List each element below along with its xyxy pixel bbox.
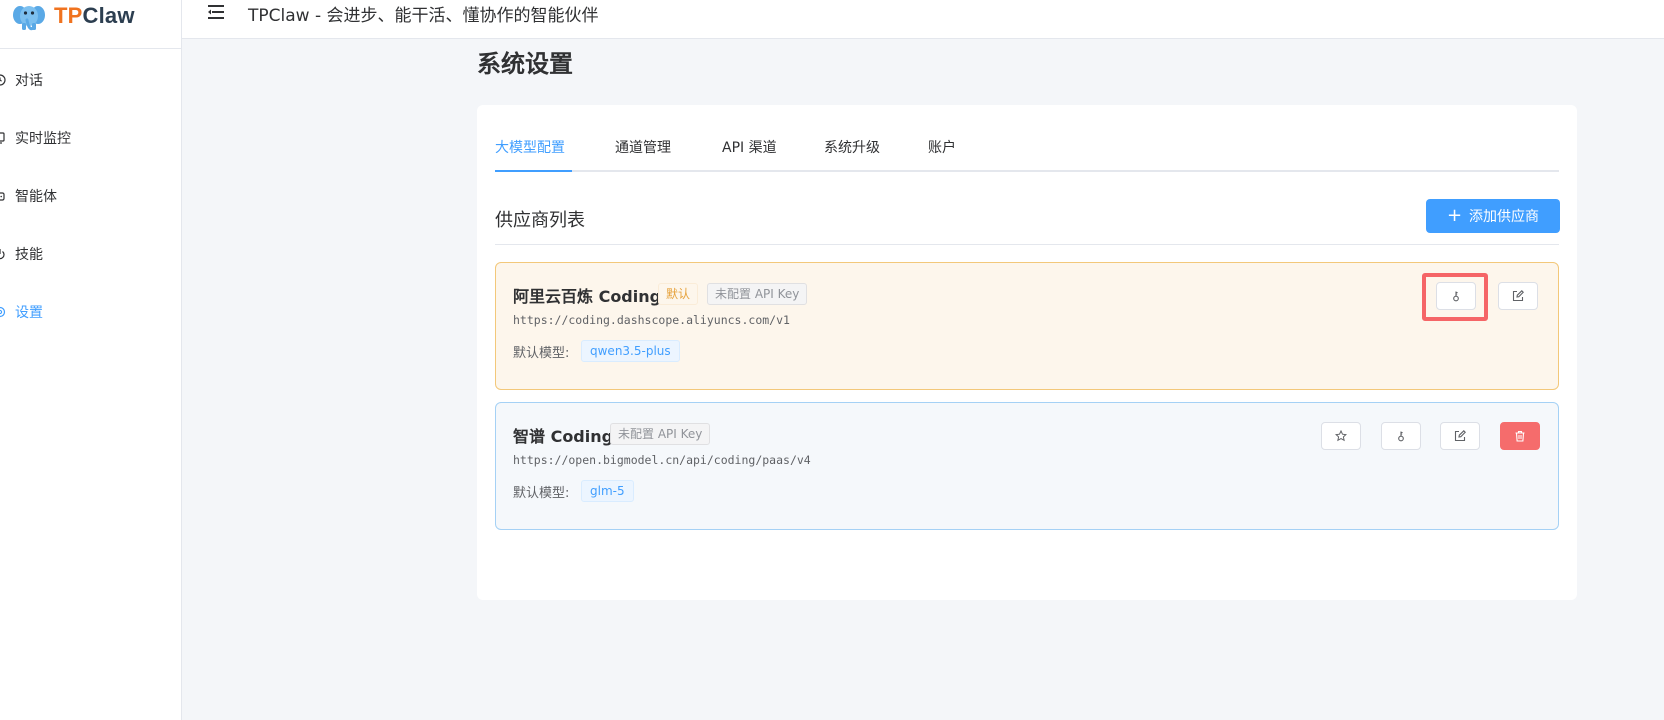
page-title: 系统设置 [477, 50, 573, 78]
provider-name: 智谱 Coding [513, 427, 614, 446]
logo-text-tp: TP [54, 3, 83, 28]
tab-llm-config[interactable]: 大模型配置 [495, 135, 565, 172]
add-provider-button[interactable]: + 添加供应商 [1426, 199, 1560, 233]
edit-provider-button[interactable] [1498, 282, 1538, 310]
monitor-icon [0, 132, 5, 144]
tab-account[interactable]: 账户 [928, 135, 956, 172]
logo-text-claw: Claw [82, 3, 135, 28]
sidebar-item-settings[interactable]: 设置 [0, 292, 181, 332]
star-icon [1335, 430, 1347, 442]
sidebar-item-label: 实时监控 [15, 131, 71, 147]
settings-tabs: 大模型配置 通道管理 API 渠道 系统升级 账户 [495, 135, 1559, 172]
add-provider-label: 添加供应商 [1469, 209, 1540, 225]
gear-icon [0, 306, 6, 318]
sidebar-item-label: 对话 [15, 73, 43, 89]
edit-provider-button[interactable] [1440, 422, 1480, 450]
provider-url: https://open.bigmodel.cn/api/coding/paas… [513, 453, 811, 467]
header-title: TPClaw - 会进步、能干活、懂协作的智能伙伴 [248, 6, 599, 26]
section-title: 供应商列表 [495, 210, 585, 231]
active-tab-indicator [495, 170, 572, 172]
logo-text: TPClaw [54, 3, 135, 29]
sidebar: TPClaw 对话 实时监控 智能体 技能 设置 [0, 0, 182, 720]
sidebar-item-chat[interactable]: 对话 [0, 60, 181, 100]
default-model-label: 默认模型: [513, 486, 570, 501]
tab-channel-management[interactable]: 通道管理 [615, 135, 671, 172]
edit-icon [1454, 430, 1466, 442]
configure-key-button[interactable] [1381, 422, 1421, 450]
sidebar-item-label: 设置 [15, 305, 43, 321]
provider-name: 阿里云百炼 Coding [513, 287, 662, 306]
clock-icon [0, 74, 6, 86]
default-badge: 默认 [658, 283, 699, 305]
menu-toggle-icon[interactable] [208, 4, 226, 20]
api-key-status-badge: 未配置 API Key [610, 423, 711, 445]
sidebar-item-monitor[interactable]: 实时监控 [0, 118, 181, 158]
sidebar-item-agents[interactable]: 智能体 [0, 176, 181, 216]
elephant-logo-icon [13, 6, 45, 31]
settings-card: 大模型配置 通道管理 API 渠道 系统升级 账户 供应商列表 + 添加供应商 … [477, 105, 1577, 600]
tab-api-channels[interactable]: API 渠道 [722, 135, 777, 172]
set-default-button[interactable] [1321, 422, 1361, 450]
sidebar-item-skills[interactable]: 技能 [0, 234, 181, 274]
delete-provider-button[interactable] [1500, 422, 1540, 450]
sidebar-item-label: 智能体 [15, 189, 57, 205]
default-model-tag: glm-5 [581, 480, 634, 502]
highlight-box [1422, 273, 1488, 321]
section-divider [495, 244, 1559, 245]
default-model-tag: qwen3.5-plus [581, 340, 680, 362]
robot-icon [0, 192, 5, 201]
edit-icon [1512, 290, 1524, 302]
plus-icon: + [1446, 205, 1463, 226]
tab-system-upgrade[interactable]: 系统升级 [824, 135, 880, 172]
trash-icon [1515, 431, 1525, 442]
provider-card-zhipu: 智谱 Coding 未配置 API Key https://open.bigmo… [495, 402, 1559, 530]
sidebar-item-label: 技能 [15, 247, 43, 263]
logo[interactable]: TPClaw [0, 0, 181, 49]
default-model-label: 默认模型: [513, 346, 570, 361]
top-header: TPClaw - 会进步、能干活、懂协作的智能伙伴 [182, 0, 1664, 39]
provider-card-aliyun: 阿里云百炼 Coding 默认 未配置 API Key https://codi… [495, 262, 1559, 390]
power-icon [0, 249, 5, 260]
key-icon [1398, 431, 1404, 442]
provider-url: https://coding.dashscope.aliyuncs.com/v1 [513, 313, 790, 327]
api-key-status-badge: 未配置 API Key [707, 283, 808, 305]
